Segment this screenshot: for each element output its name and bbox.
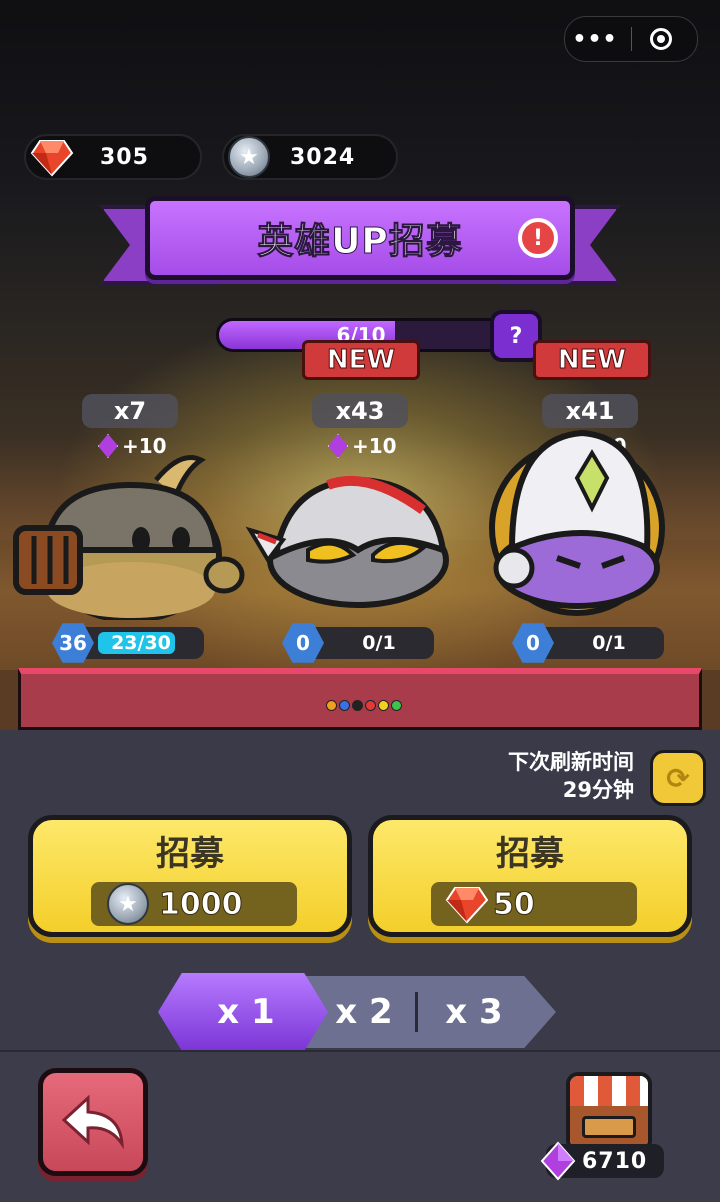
coin-currency: ★ 3024 — [222, 134, 398, 180]
recruit-ruby-button[interactable]: 招募 50 — [368, 815, 692, 937]
shop-stall-icon[interactable] — [566, 1072, 652, 1152]
ruby-currency: 305 — [24, 134, 202, 180]
hero-count: x43 — [312, 394, 408, 428]
silver-star-coin-icon: ★ — [107, 883, 149, 925]
back-arrow-icon — [61, 1094, 124, 1150]
capsule-divider — [631, 27, 632, 51]
ruby-count: 305 — [100, 144, 149, 170]
gem-bonus-value: +10 — [352, 434, 397, 458]
multiplier-option-x2[interactable]: x 2 — [316, 976, 412, 1048]
purple-gear-knight-hero-icon[interactable] — [452, 418, 702, 618]
page-dot — [365, 700, 376, 711]
silver-helmet-hero-icon[interactable] — [238, 460, 458, 610]
multiplier-divider — [415, 992, 418, 1032]
shop-awning — [570, 1076, 648, 1106]
xp-text: 0/1 — [592, 632, 626, 654]
hero-level-bar: 36 23/30 — [52, 623, 204, 663]
hero-count: x7 — [82, 394, 178, 428]
cost-value: 1000 — [159, 886, 243, 922]
purple-gem-icon — [328, 434, 348, 458]
ruby-gem-icon — [445, 887, 489, 924]
alert-icon[interactable]: ! — [518, 218, 558, 258]
refresh-timer: 下次刷新时间 29分钟 — [508, 748, 634, 804]
multiplier-option-x1[interactable]: x 1 — [178, 976, 314, 1048]
page-dot — [326, 700, 337, 711]
hero-level-bar: 0 0/1 — [282, 623, 434, 663]
target-circle-icon[interactable] — [650, 28, 672, 50]
hero-carousel-panel — [18, 668, 702, 730]
purple-gem-icon — [540, 1141, 576, 1181]
recruit-title: 招募 — [156, 834, 224, 874]
recruit-cost: ★ 1000 — [91, 882, 297, 926]
refresh-label: 下次刷新时间 — [508, 750, 634, 774]
page-indicator — [326, 700, 402, 711]
multiplier-option-x3[interactable]: x 3 — [424, 976, 524, 1048]
refresh-time: 29分钟 — [562, 778, 634, 802]
ruby-gem-icon — [30, 140, 74, 177]
mini-program-capsule: ••• — [564, 16, 698, 62]
gem-bonus: +10 — [328, 434, 397, 458]
recruit-coin-button[interactable]: 招募 ★ 1000 — [28, 815, 352, 937]
page-dot — [391, 700, 402, 711]
cost-value: 50 — [493, 886, 536, 922]
gem-balance: 6710 — [540, 1141, 664, 1181]
page-dot — [352, 700, 363, 711]
back-button[interactable] — [38, 1068, 148, 1176]
recruit-title: 招募 — [496, 834, 564, 874]
banner-title: 英雄UP招募 — [257, 221, 463, 263]
new-tag: NEW — [533, 340, 651, 380]
refresh-arrows-icon[interactable]: ⟳ — [650, 750, 706, 806]
onion-dome-hero-icon[interactable] — [6, 440, 246, 620]
page-dot — [378, 700, 389, 711]
recruit-banner: 英雄UP招募 ! — [145, 196, 575, 280]
page-dot — [339, 700, 350, 711]
new-tag: NEW — [302, 340, 420, 380]
hero-level-bar: 0 0/1 — [512, 623, 664, 663]
gem-balance-value: 6710 — [582, 1148, 648, 1174]
coin-count: 3024 — [290, 144, 356, 170]
xp-text: 23/30 — [111, 632, 171, 654]
recruit-cost: 50 — [431, 882, 637, 926]
more-dots-icon[interactable]: ••• — [565, 27, 625, 52]
xp-text: 0/1 — [362, 632, 396, 654]
silver-star-coin-icon: ★ — [228, 136, 270, 178]
shop-counter — [570, 1106, 648, 1148]
